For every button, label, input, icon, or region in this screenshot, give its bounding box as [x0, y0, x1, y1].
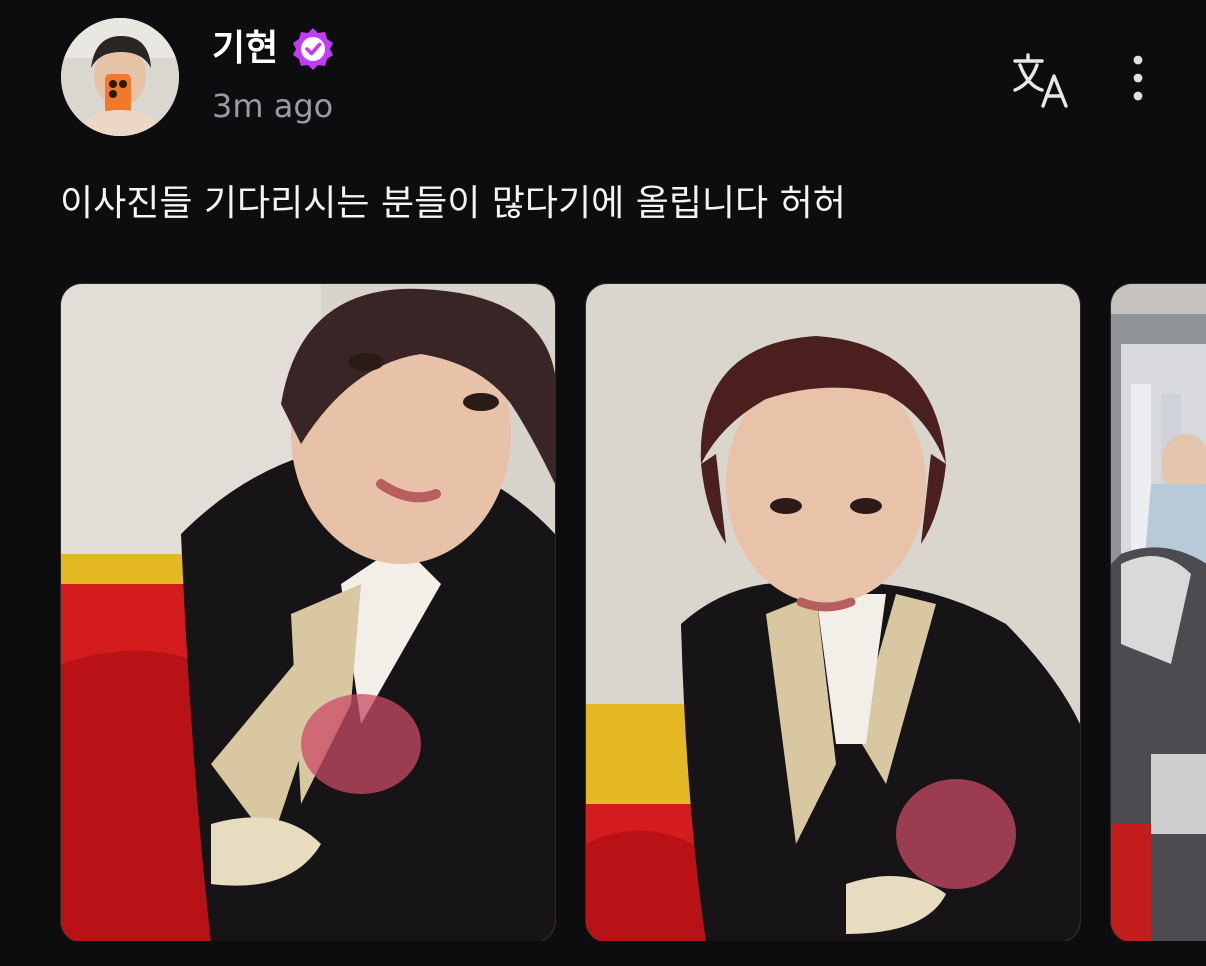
author-row: 기현	[212, 26, 336, 72]
photo-image	[586, 284, 1080, 941]
post-photo-1[interactable]	[60, 283, 556, 941]
photo-image	[61, 284, 555, 941]
verified-badge-icon	[290, 26, 336, 72]
post-photo-2[interactable]	[585, 283, 1081, 941]
more-options-button[interactable]	[1120, 50, 1156, 110]
more-vertical-icon	[1133, 55, 1143, 101]
photo-carousel[interactable]	[0, 283, 1206, 941]
author-name[interactable]: 기현	[212, 31, 278, 67]
post-text: 이사진들 기다리시는 분들이 많다기에 올립니다 허허	[60, 183, 846, 224]
translate-button[interactable]	[1010, 50, 1074, 110]
post-timestamp: 3m ago	[212, 87, 334, 125]
avatar[interactable]	[61, 18, 179, 136]
translate-icon	[1013, 53, 1068, 108]
post-card: 기현 3m ago 이사진들 기다리시는 분들이 많다기에 올립니다 허허	[0, 0, 1206, 966]
avatar-image	[61, 18, 179, 136]
photo-image	[1111, 284, 1206, 941]
post-photo-3[interactable]	[1110, 283, 1206, 941]
